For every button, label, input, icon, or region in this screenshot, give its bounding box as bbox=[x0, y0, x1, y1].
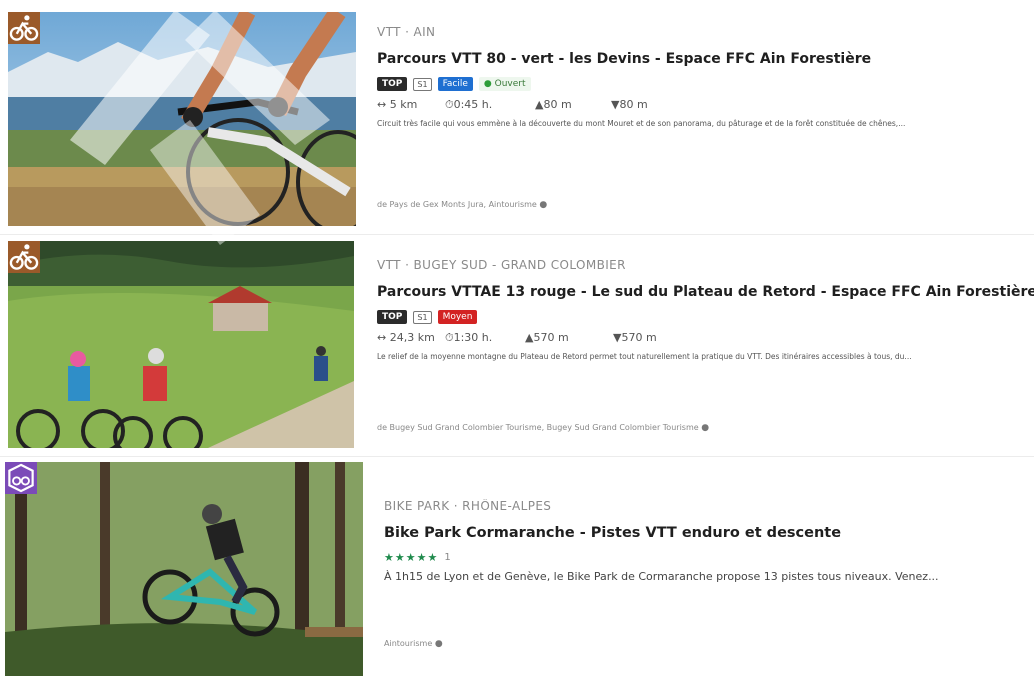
status-dot-icon: ● bbox=[483, 79, 495, 89]
rating-count: 1 bbox=[444, 552, 451, 563]
stats-row: ↔ 5 km ⏱ 0:45 h. ▲ 80 m ▼ 80 m bbox=[377, 98, 1034, 112]
ascent-value: 570 m bbox=[533, 331, 569, 344]
card-description: À 1h15 de Lyon et de Genève, le Bike Par… bbox=[384, 570, 939, 583]
tag-row: TOP S1 Moyen bbox=[377, 309, 1034, 325]
descent-icon: ▼ bbox=[611, 98, 620, 111]
card-info: VTT · AIN Parcours VTT 80 - vert - les D… bbox=[377, 25, 1034, 132]
descent-value: 80 m bbox=[619, 98, 648, 111]
source-text: de Pays de Gex Monts Jura, Aintourisme bbox=[377, 200, 537, 209]
top-tag: TOP bbox=[377, 77, 408, 91]
result-card[interactable]: VTT · AIN Parcours VTT 80 - vert - les D… bbox=[0, 0, 1034, 232]
bike-park-icon bbox=[5, 462, 37, 494]
two-cyclists-meadow-photo bbox=[8, 241, 354, 448]
source-text: de Bugey Sud Grand Colombier Tourisme, B… bbox=[377, 423, 699, 432]
trail-photo[interactable] bbox=[8, 241, 354, 448]
clock-icon: ⏱ bbox=[445, 98, 454, 111]
duration-stat: ⏱ 0:45 h. bbox=[445, 98, 535, 112]
card-source: de Pays de Gex Monts Jura, Aintourisme ● bbox=[377, 200, 547, 210]
clock-icon: ⏱ bbox=[445, 331, 454, 344]
divider bbox=[0, 456, 1034, 457]
card-region: VTT · AIN bbox=[377, 25, 436, 39]
duration-value: 1:30 h. bbox=[453, 331, 493, 344]
distance-stat: ↔ 24,3 km bbox=[377, 331, 435, 344]
card-title[interactable]: Bike Park Cormaranche - Pistes VTT endur… bbox=[384, 525, 1034, 541]
enduro-jump-forest-photo bbox=[5, 462, 363, 676]
card-info: VTT · BUGEY SUD - GRAND COLOMBIER Parcou… bbox=[377, 258, 1034, 365]
card-region: VTT · BUGEY SUD - GRAND COLOMBIER bbox=[377, 258, 626, 272]
cyclist-lake-alps-photo bbox=[8, 12, 356, 226]
status-badge: ● Ouvert bbox=[478, 77, 531, 91]
stats-row: ↔ 24,3 km ⏱ 1:30 h. ▲ 570 m ▼ 570 m bbox=[377, 331, 1034, 345]
status-label: Ouvert bbox=[494, 79, 526, 89]
card-source: de Bugey Sud Grand Colombier Tourisme, B… bbox=[377, 423, 709, 433]
info-icon: ● bbox=[434, 639, 443, 649]
descent-stat: ▼ 80 m bbox=[611, 98, 648, 112]
duration-value: 0:45 h. bbox=[453, 98, 493, 111]
top-tag: TOP bbox=[377, 310, 408, 324]
ascent-stat: ▲ 80 m bbox=[535, 98, 611, 112]
duration-stat: ⏱ 1:30 h. bbox=[445, 331, 525, 345]
info-icon: ● bbox=[539, 200, 548, 210]
difficulty-tag: Moyen bbox=[437, 310, 478, 324]
info-icon: ● bbox=[701, 423, 710, 433]
result-card[interactable]: VTT · BUGEY SUD - GRAND COLOMBIER Parcou… bbox=[0, 238, 1034, 453]
divider bbox=[0, 234, 1034, 235]
card-region: BIKE PARK · RHÔNE-ALPES bbox=[384, 499, 552, 513]
card-title[interactable]: Parcours VTT 80 - vert - les Devins - Es… bbox=[377, 51, 1034, 67]
trail-photo[interactable] bbox=[8, 12, 356, 226]
card-title[interactable]: Parcours VTTAE 13 rouge - Le sud du Plat… bbox=[377, 284, 1034, 300]
s1-tag: S1 bbox=[413, 310, 432, 324]
ascent-icon: ▲ bbox=[525, 331, 534, 344]
mountain-bike-icon bbox=[8, 241, 40, 273]
descent-icon: ▼ bbox=[613, 331, 622, 344]
rating: ★★★★★ 1 bbox=[384, 551, 1034, 564]
ascent-stat: ▲ 570 m bbox=[525, 331, 613, 345]
descent-value: 570 m bbox=[621, 331, 657, 344]
difficulty-tag: Facile bbox=[437, 77, 473, 91]
s1-tag: S1 bbox=[413, 77, 432, 91]
distance-stat: ↔ 5 km bbox=[377, 98, 418, 111]
trail-photo[interactable] bbox=[5, 462, 363, 676]
card-description: Le relief de la moyenne montagne du Plat… bbox=[377, 352, 912, 361]
result-card[interactable]: BIKE PARK · RHÔNE-ALPES Bike Park Cormar… bbox=[0, 459, 1034, 677]
ascent-icon: ▲ bbox=[535, 98, 544, 111]
card-description: Circuit très facile qui vous emmène à la… bbox=[377, 119, 906, 128]
card-source: Aintourisme ● bbox=[384, 639, 443, 649]
card-info: BIKE PARK · RHÔNE-ALPES Bike Park Cormar… bbox=[384, 499, 1034, 585]
descent-stat: ▼ 570 m bbox=[613, 331, 657, 345]
mountain-bike-icon bbox=[8, 12, 40, 44]
ascent-value: 80 m bbox=[543, 98, 572, 111]
tag-row: TOP S1 Facile ● Ouvert bbox=[377, 76, 1034, 92]
source-text: Aintourisme bbox=[384, 639, 433, 648]
star-rating-icon: ★★★★★ bbox=[384, 551, 439, 564]
